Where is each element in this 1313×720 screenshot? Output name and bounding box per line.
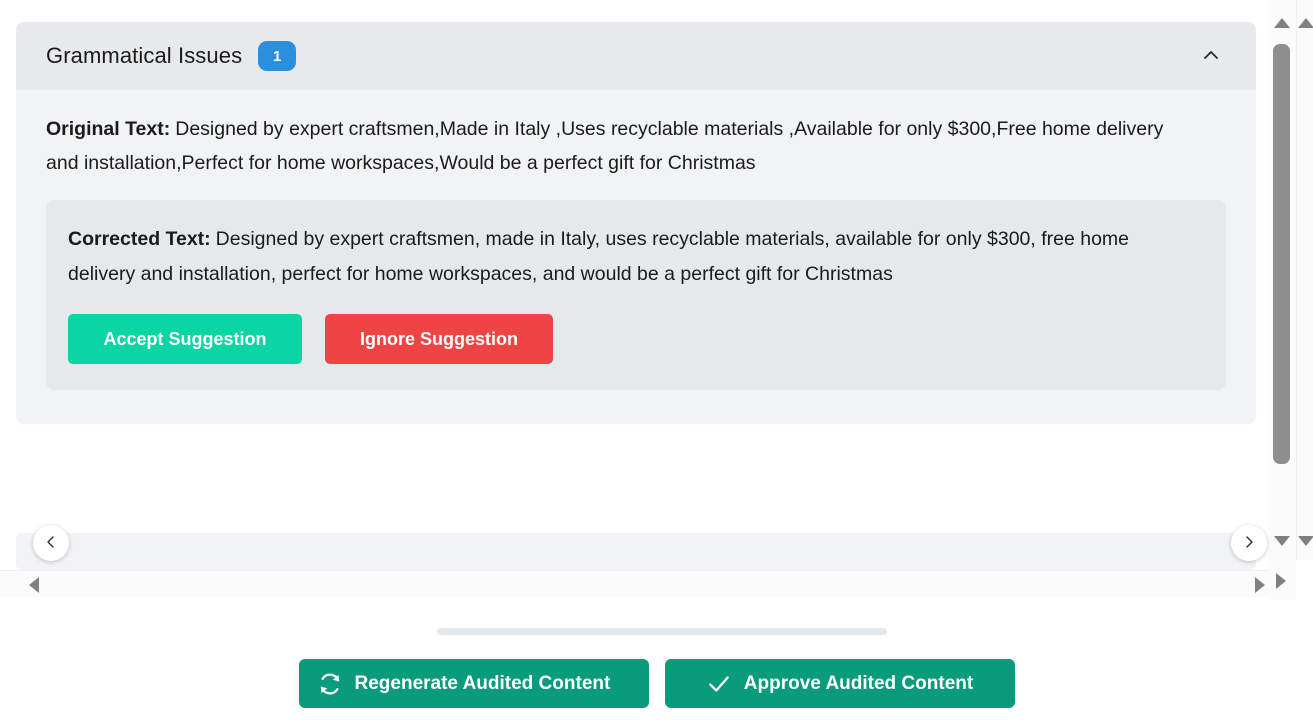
scroll-left-arrow-icon[interactable] <box>29 577 39 593</box>
inner-vertical-scrollbar[interactable] <box>1268 0 1296 600</box>
corrected-suggestion-box: Corrected Text: Designed by expert crafts… <box>46 200 1226 390</box>
check-icon <box>706 671 732 697</box>
horizontal-scrollbar[interactable] <box>0 570 1269 598</box>
chevron-up-icon <box>1200 44 1222 69</box>
content-viewport: Grammatical Issues 1 Original Text: Desig… <box>0 0 1269 570</box>
carousel-next-button[interactable] <box>1231 525 1267 561</box>
outer-vertical-scrollbar[interactable] <box>1296 0 1313 560</box>
grammatical-issues-header[interactable]: Grammatical Issues 1 <box>16 22 1256 90</box>
ignore-suggestion-button[interactable]: Ignore Suggestion <box>325 314 553 364</box>
scroll-up-arrow-icon[interactable] <box>1274 18 1290 28</box>
scroll-up-arrow-icon[interactable] <box>1298 18 1313 28</box>
next-issue-panel-peek <box>16 533 1256 570</box>
chevron-left-icon <box>43 534 59 553</box>
regenerate-audited-content-button[interactable]: Regenerate Audited Content <box>298 659 649 708</box>
page-title: Grammatical Issues <box>46 43 243 68</box>
regenerate-button-label: Regenerate Audited Content <box>354 672 611 694</box>
scroll-down-arrow-icon[interactable] <box>1298 536 1313 546</box>
grammatical-issues-body: Original Text: Designed by expert craftsm… <box>16 90 1256 424</box>
original-text-label: Original Text: <box>46 118 171 140</box>
scroll-right-arrow-icon[interactable] <box>1255 577 1265 593</box>
refresh-icon <box>317 671 343 697</box>
carousel-prev-button[interactable] <box>33 525 69 561</box>
suggestion-actions: Accept Suggestion Ignore Suggestion <box>68 314 1204 364</box>
header-left-group: Grammatical Issues 1 <box>46 41 297 71</box>
accept-suggestion-button[interactable]: Accept Suggestion <box>68 314 302 364</box>
app-root: Grammatical Issues 1 Original Text: Desig… <box>0 0 1313 720</box>
footer-actions: Regenerate Audited Content Approve Audit… <box>0 659 1313 708</box>
grammatical-issues-card: Grammatical Issues 1 Original Text: Desig… <box>16 22 1256 424</box>
original-text-value: Designed by expert craftsmen,Made in Ita… <box>46 118 1164 174</box>
scroll-right-arrow-icon[interactable] <box>1276 573 1286 589</box>
corrected-text-value: Designed by expert craftsmen, made in It… <box>68 228 1130 285</box>
issue-count-badge: 1 <box>258 41 297 71</box>
original-text-block: Original Text: Designed by expert craftsm… <box>46 112 1196 180</box>
corrected-text-label: Corrected Text: <box>68 228 211 250</box>
inner-vertical-scroll-thumb[interactable] <box>1273 44 1290 464</box>
content-divider <box>437 628 887 635</box>
corrected-text-block: Corrected Text: Designed by expert crafts… <box>68 222 1178 292</box>
approve-button-label: Approve Audited Content <box>743 672 974 694</box>
chevron-right-icon <box>1241 534 1257 553</box>
collapse-toggle-button[interactable] <box>1196 41 1226 71</box>
scroll-down-arrow-icon[interactable] <box>1274 536 1290 546</box>
approve-audited-content-button[interactable]: Approve Audited Content <box>664 659 1015 708</box>
